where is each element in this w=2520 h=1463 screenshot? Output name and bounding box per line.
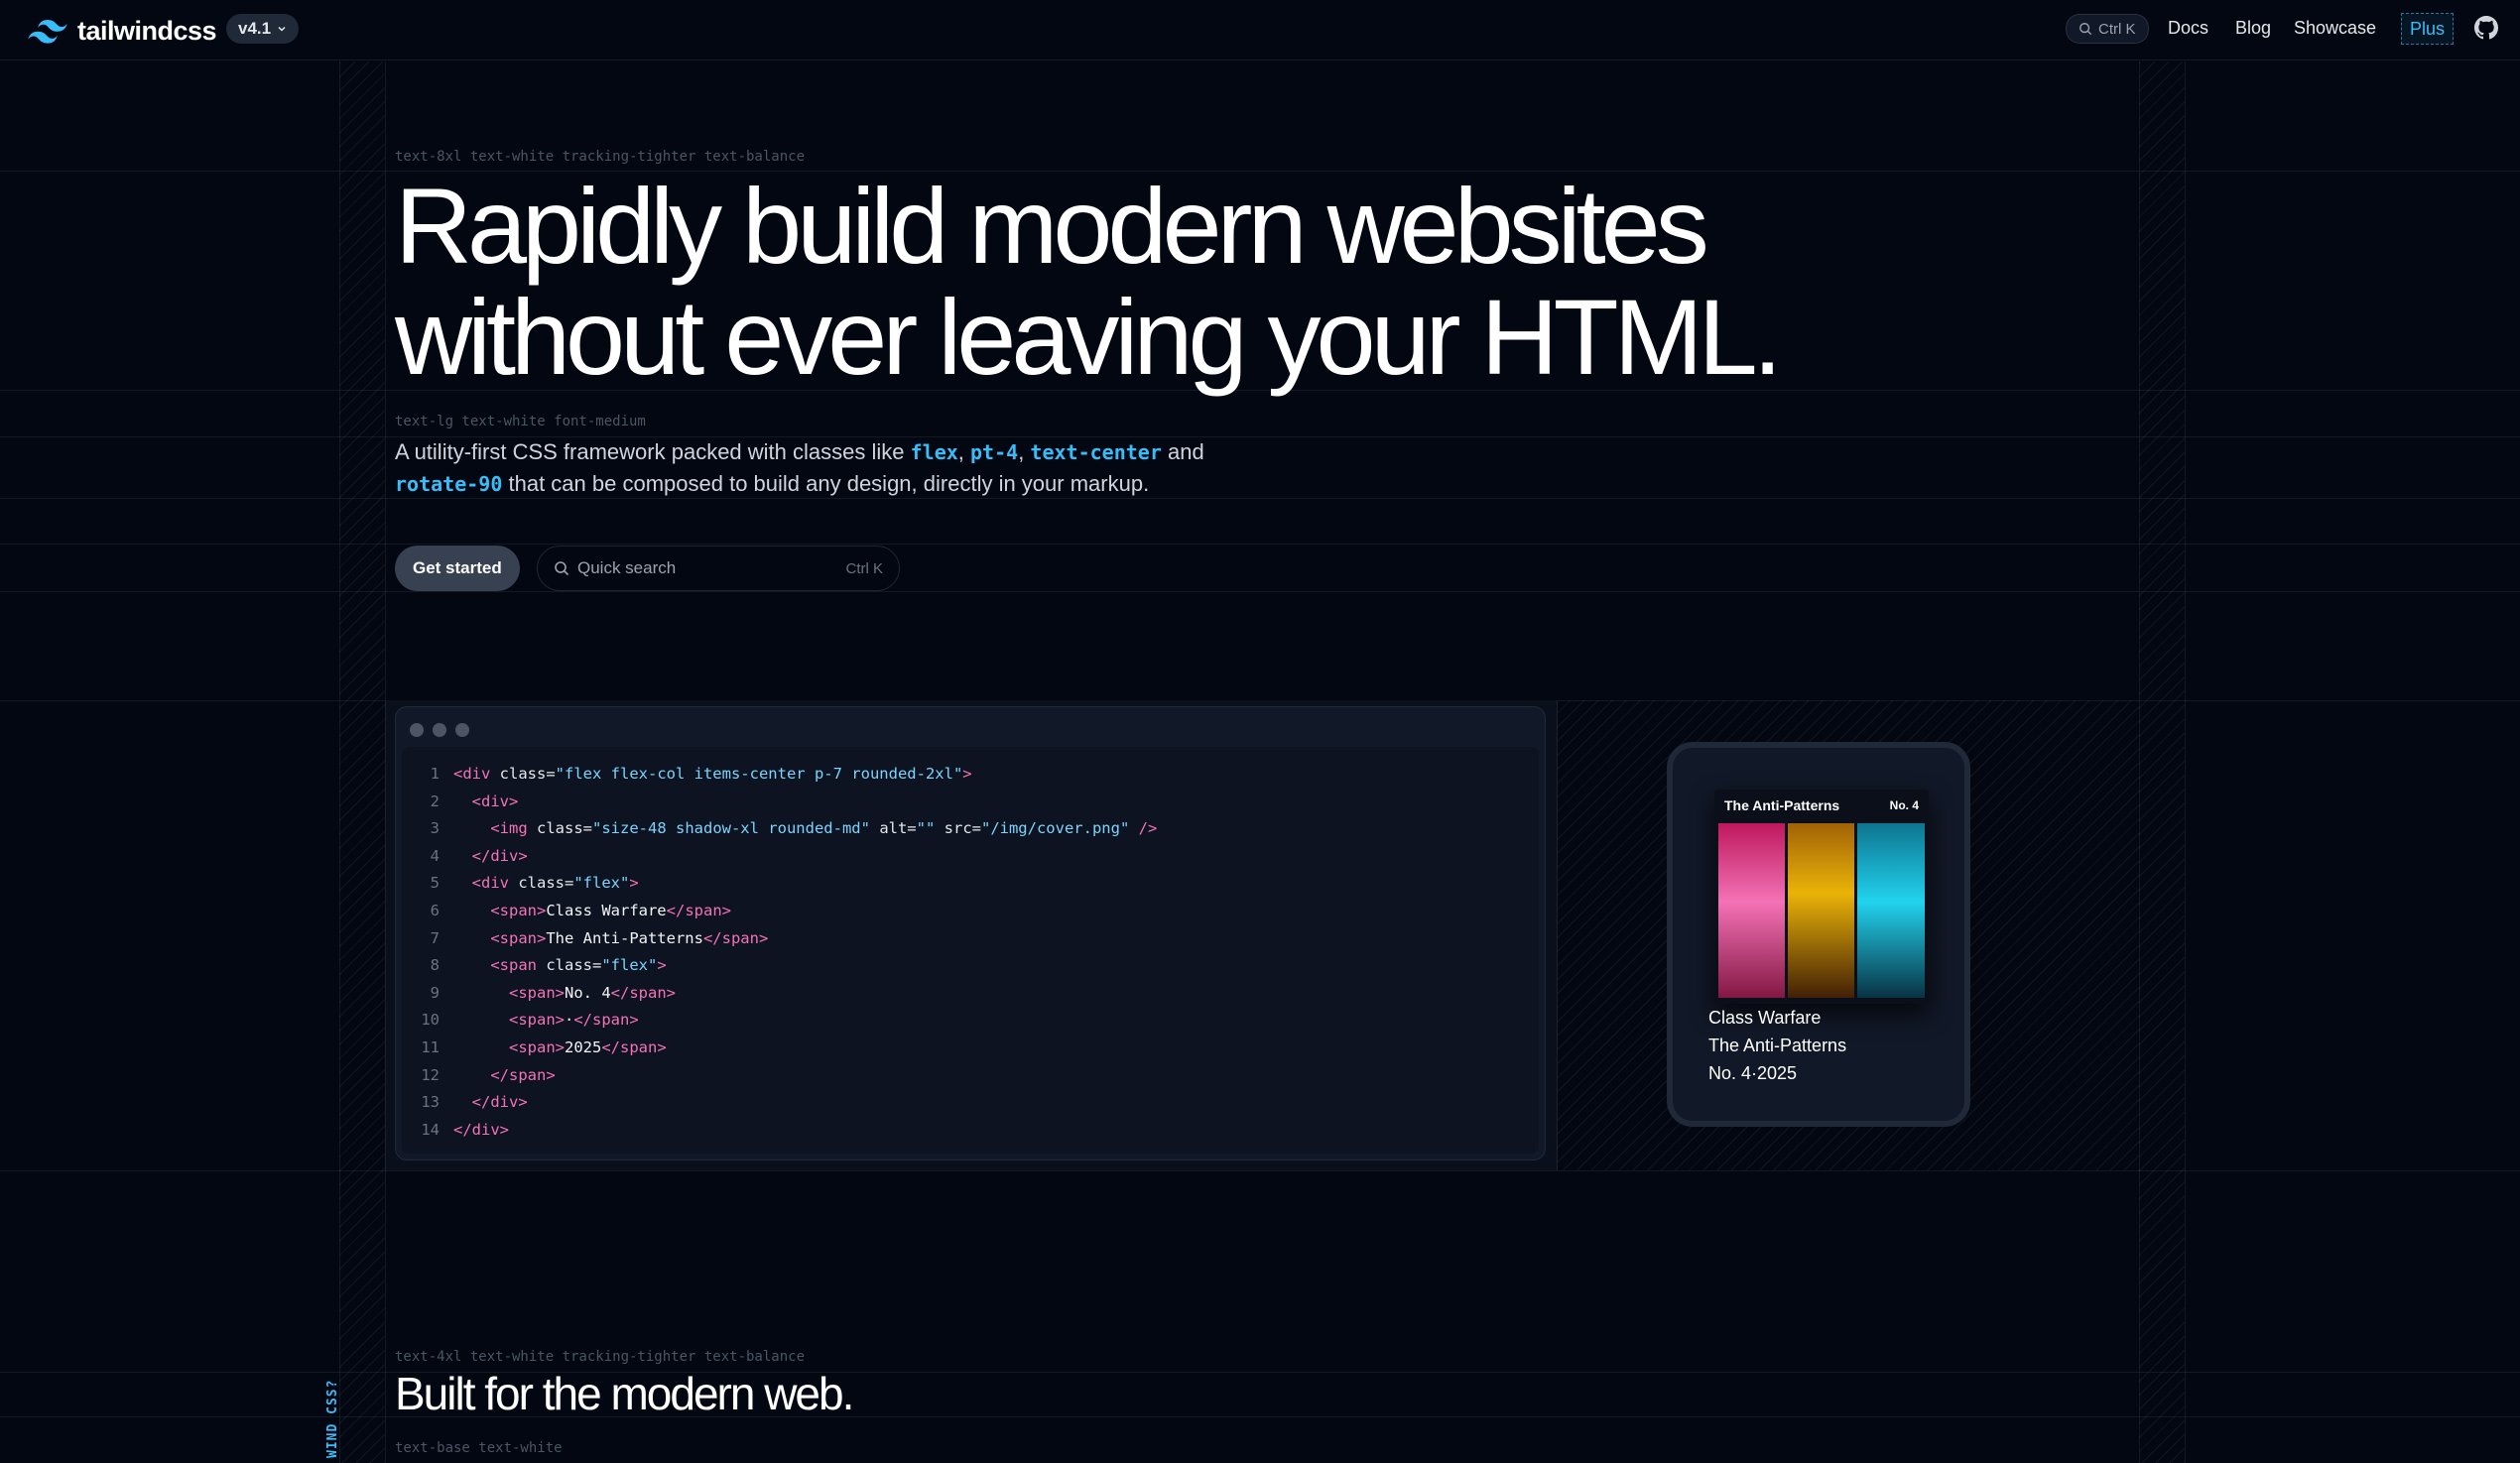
right-gutter-hatch (2139, 61, 2185, 1463)
code-keyword: flex (910, 440, 958, 464)
code-text: 2025 (565, 1038, 602, 1056)
album-cover-number: No. 4 (1889, 798, 1919, 812)
album-cover: The Anti-Patterns No. 4 (1714, 790, 1929, 1004)
code-line: 2 <div> (402, 789, 519, 816)
section-title: Built for the modern web. (395, 1368, 854, 1419)
album-photo-panel (1788, 823, 1854, 998)
search-icon (555, 561, 569, 576)
line-number: 9 (430, 983, 440, 1002)
code-line: 10 <span>·</span> (402, 1007, 638, 1035)
line-number: 6 (430, 902, 440, 919)
line-number: 4 (430, 846, 440, 865)
hero-title: Rapidly build modern websites without ev… (395, 166, 1783, 397)
code-line: 3 <img class="size-48 shadow-xl rounded-… (402, 815, 1158, 843)
album-cover-title: The Anti-Patterns (1724, 797, 1840, 813)
version-label: v4.1 (238, 19, 272, 38)
line-number: 13 (421, 1093, 440, 1112)
version-select[interactable]: v4.1 (226, 14, 300, 44)
subtitle-text: that can be composed to build any design… (502, 471, 1150, 496)
nav-search-button[interactable]: Ctrl K (2066, 14, 2149, 44)
code-line: 6 <span>Class Warfare</span> (402, 898, 731, 925)
chevron-down-icon (278, 26, 286, 32)
code-line: 12 </span> (402, 1062, 555, 1090)
code-line: 14 </div> (402, 1117, 509, 1145)
line-number: 1 (430, 765, 440, 783)
line-number: 11 (421, 1038, 440, 1056)
line-number: 12 (421, 1065, 440, 1084)
nav-search-shortcut: Ctrl K (2098, 20, 2136, 38)
code-line: 7 <span>The Anti-Patterns</span> (402, 925, 769, 953)
code-line: 4 </div> (402, 843, 528, 871)
quick-search-button[interactable]: Quick search Ctrl K (537, 546, 900, 591)
nav-link-docs[interactable]: Docs (2168, 18, 2208, 39)
hero-title-classes: text-8xl text-white tracking-tighter tex… (395, 149, 806, 165)
section-body-classes: text-base text-white (395, 1440, 563, 1456)
brand-name: tailwindcss (77, 16, 217, 46)
code-line: 5 <div class="flex"> (402, 870, 639, 898)
code-keyword: pt-4 (970, 440, 1019, 464)
subtitle-text: , (1018, 439, 1031, 464)
attr-value: "" (916, 819, 936, 838)
section-title-classes: text-4xl text-white tracking-tighter tex… (395, 1349, 806, 1365)
hero-subtitle-classes: text-lg text-white font-medium (395, 414, 646, 429)
github-link[interactable] (2474, 16, 2498, 45)
nav-link-plus[interactable]: Plus (2401, 13, 2455, 45)
side-tag: WIND CSS? (325, 1379, 340, 1458)
window-dot (410, 723, 424, 737)
window-dot (455, 723, 469, 737)
left-gutter-hatch (339, 61, 385, 1463)
search-icon (2079, 23, 2092, 36)
code-text: The Anti-Patterns (546, 928, 703, 947)
card-artist: The Anti-Patterns (1708, 1036, 1847, 1055)
code-line: 9 <span>No. 4</span> (402, 980, 676, 1008)
album-photo-panel (1857, 823, 1925, 998)
attr-value: "flex" (573, 874, 630, 893)
get-started-button[interactable]: Get started (395, 546, 520, 591)
code-text: No. 4 (565, 983, 611, 1002)
preview-device: The Anti-Patterns No. 4 Class Warfare Th… (1667, 742, 1970, 1127)
line-number: 3 (430, 819, 440, 838)
code-line: 8 <span class="flex"> (402, 952, 667, 980)
top-nav: tailwindcss v4.1 Ctrl K Docs Blog Showca… (0, 0, 2520, 61)
code-keyword: text-center (1030, 440, 1162, 464)
attr-value: "size-48 shadow-xl rounded-md" (592, 819, 870, 838)
code-line: 13 </div> (402, 1089, 527, 1117)
code-keyword: rotate-90 (395, 472, 503, 496)
line-number: 2 (430, 792, 440, 810)
attr-value: "flex flex-col items-center p-7 rounded-… (555, 765, 963, 783)
code-editor-window: 1 <div class="flex flex-col items-center … (395, 706, 1546, 1160)
github-icon (2474, 16, 2498, 40)
grid-line (2185, 61, 2186, 1463)
attr-value: "/img/cover.png" (980, 819, 1130, 838)
line-number: 14 (421, 1120, 440, 1139)
code-line: 1 <div class="flex flex-col items-center … (402, 761, 972, 789)
grid-line (2139, 61, 2140, 1463)
code-line: 11 <span>2025</span> (402, 1035, 666, 1062)
album-photo-panel (1718, 823, 1785, 998)
card-album-name: Class Warfare (1708, 1008, 1822, 1028)
attr-value: "flex" (601, 956, 658, 975)
line-number: 5 (430, 874, 440, 893)
code-text: · (565, 1011, 574, 1030)
hero-subtitle: A utility-first CSS framework packed wit… (395, 436, 1288, 500)
line-number: 7 (430, 928, 440, 947)
brand-logo[interactable]: tailwindcss (28, 16, 217, 47)
window-dot (433, 723, 446, 737)
subtitle-text: and (1161, 439, 1204, 464)
grid-line (339, 61, 340, 1463)
quick-search-shortcut: Ctrl K (845, 559, 884, 577)
line-number: 8 (430, 956, 440, 975)
tailwind-logo-icon (28, 19, 67, 44)
line-number: 10 (421, 1011, 440, 1030)
code-text: Class Warfare (546, 902, 667, 919)
subtitle-text: A utility-first CSS framework packed wit… (395, 439, 911, 464)
quick-search-placeholder: Quick search (577, 558, 677, 577)
nav-link-blog[interactable]: Blog (2235, 18, 2271, 39)
nav-link-showcase[interactable]: Showcase (2294, 18, 2376, 39)
window-controls (410, 723, 469, 737)
subtitle-text: , (957, 439, 971, 464)
code-body[interactable]: 1 <div class="flex flex-col items-center … (402, 747, 1539, 1154)
card-meta: No. 4·2025 (1708, 1063, 1798, 1083)
